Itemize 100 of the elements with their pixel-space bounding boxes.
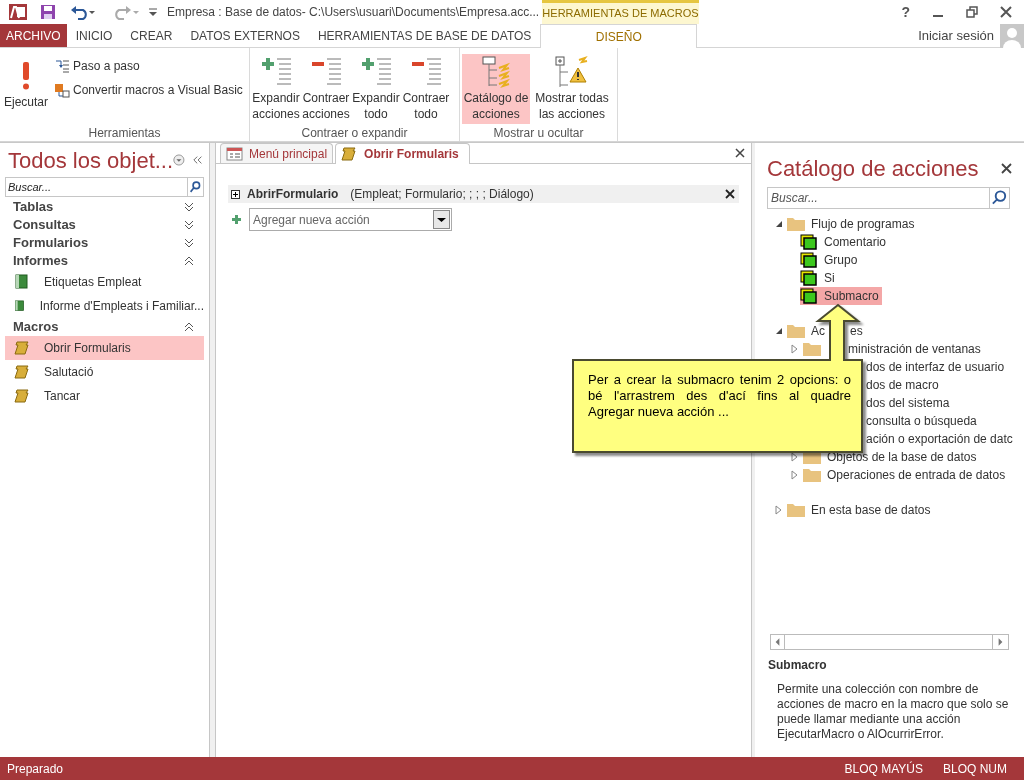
restore-icon[interactable] [966,6,978,18]
action-icon [800,270,817,286]
collapsed-triangle-icon[interactable] [790,452,800,462]
undo-icon[interactable] [70,4,96,20]
app-logo[interactable] [8,3,28,21]
tree-item[interactable]: dos del sistema [866,394,950,412]
object-item[interactable]: Salutació [5,360,204,384]
ribbon-button[interactable]: Contraer acciones [302,54,350,124]
object-item[interactable]: Tancar [5,384,204,408]
search-field[interactable]: Buscar... [5,177,204,197]
action-arguments: (Empleat; Formulario; ; ; ; Diálogo) [350,186,534,203]
expand-chevrons-icon[interactable] [184,238,194,248]
document-tab[interactable]: Menú principal [220,143,334,163]
form-icon [226,145,243,162]
status-indicator: BLOQ MAYÚS [844,760,923,778]
action-row[interactable]: AbrirFormulario (Empleat; Formulario; ; ; ; Diálogo) [228,185,739,203]
collapse-chevrons-icon[interactable] [184,322,194,332]
minus-list-icon [309,56,343,88]
group-label: Herramientas [87,125,162,142]
search-field[interactable]: Buscar... [767,187,1010,209]
expand-chevrons-icon[interactable] [184,202,194,212]
tree-item[interactable]: dos de interfaz de usuario [866,358,1005,376]
object-item[interactable]: Informe d'Empleats i Familiar... [5,294,204,318]
group-header[interactable]: Tablas [13,197,54,217]
scroll-icon [14,364,30,380]
sign-in-link[interactable]: Iniciar sesión [918,25,994,46]
close-icon[interactable] [1001,162,1012,174]
tree-item[interactable]: Operaciones de entrada de datos [827,466,1006,484]
expand-chevrons-icon[interactable] [184,220,194,230]
tree-item[interactable]: En esta base de datos [811,501,931,519]
description-text: Permite una colección con nombre de acciones de macro en la macro que solo se puede llamar mediante una acción EjecutarMacro o AlOcurrirError. [776,682,1010,742]
tree-item[interactable]: es [850,322,863,340]
group-label: Mostrar u ocultar [492,125,585,142]
tree-item[interactable]: Comentario [800,233,890,251]
expanded-triangle-icon[interactable] [774,326,784,336]
callout-text: Per a crear la submacro tenim 2 opcions: o bé l'arrastrem des d'ací fins al quadre Agregar nueva acción ... [588,372,851,420]
ribbon-button[interactable]: Mostrar todas las acciones [532,54,612,124]
scroll-icon [14,388,30,404]
ribbon-button[interactable]: Expandir todo [352,54,400,124]
folder-icon [802,466,822,484]
step-icon [54,58,70,74]
exclamation-icon [23,62,29,90]
tree-item[interactable]: consulta o búsqueda [866,412,977,430]
tree-item[interactable]: dos de macro [866,376,939,394]
tree-item[interactable]: Grupo [800,251,861,269]
folder-icon [786,501,806,519]
horizontal-scrollbar[interactable] [770,634,1009,650]
tree-item[interactable]: Submacro [800,287,882,305]
tree-item[interactable]: ministración de ventanas [848,340,981,358]
expanded-triangle-icon[interactable] [774,219,784,229]
plus-icon[interactable] [232,215,241,224]
ribbon-button[interactable]: Expandir acciones [252,54,300,124]
close-icon[interactable] [1000,6,1012,18]
window-title: Empresa : Base de datos- C:\Users\usuari\Documents\Empresa.acc... [167,4,541,21]
tree-item[interactable]: Si [800,269,838,287]
ribbon-tab[interactable]: HERRAMIENTAS DE BASE DE DATOS [308,24,541,47]
object-item[interactable]: Etiquetas Empleat [5,270,204,294]
ribbon-button[interactable]: Paso a paso [52,56,245,76]
close-icon[interactable] [735,148,745,158]
ribbon-tab[interactable]: DATOS EXTERNOS [181,24,309,47]
search-icon[interactable] [989,188,1009,208]
action-icon [800,288,817,304]
save-icon[interactable] [40,4,56,20]
ribbon-tab[interactable]: INICIO [66,24,122,47]
ribbon-tab[interactable]: DISEÑO [540,24,698,48]
object-item[interactable]: Obrir Formularis [5,336,204,360]
action-name: AbrirFormulario [247,186,339,203]
tree-item[interactable]: ación o exportación de datc [866,430,1013,448]
plus-list-icon [259,56,293,88]
action-combobox[interactable]: Agregar nueva acción [249,208,452,231]
group-header[interactable]: Formularios [13,233,89,253]
tree-item[interactable]: Flujo de programas [811,215,915,233]
ribbon-button[interactable]: Catálogo de acciones [462,54,530,124]
double-chevron-left-icon[interactable] [192,155,203,165]
plus-box-icon[interactable] [231,189,240,199]
customize-icon[interactable] [148,7,158,17]
ribbon-button[interactable]: Convertir macros a Visual Basic [52,80,245,100]
search-input[interactable]: Buscar... [768,188,989,208]
dropdown-circle-icon[interactable] [173,153,185,167]
folder-icon [786,322,806,340]
help-button[interactable]: ? [901,1,910,23]
group-header[interactable]: Informes [13,251,68,271]
ribbon-button[interactable]: Contraer todo [402,54,450,124]
group-header[interactable]: Consultas [13,215,76,235]
close-icon[interactable] [725,189,735,199]
ribbon-tab[interactable]: ARCHIVO [0,24,67,47]
description-title: Submacro [767,657,828,674]
search-icon[interactable] [187,178,203,196]
document-tab[interactable]: Obrir Formularis [335,143,470,164]
action-input[interactable]: Agregar nueva acción [250,209,433,230]
contextual-tab-header: HERRAMIENTAS DE MACROS [542,0,699,24]
report-icon [14,274,30,290]
group-label: Contraer o expandir [300,125,409,142]
group-header[interactable]: Macros [13,317,59,337]
ribbon-tab[interactable]: CREAR [121,24,182,47]
collapse-chevrons-icon[interactable] [184,256,194,266]
pane-title: Catálogo de acciones [767,154,979,183]
ribbon-button[interactable]: Ejecutar [2,54,50,124]
tree-item[interactable]: Ac [811,322,825,340]
search-input[interactable]: Buscar... [6,178,187,196]
